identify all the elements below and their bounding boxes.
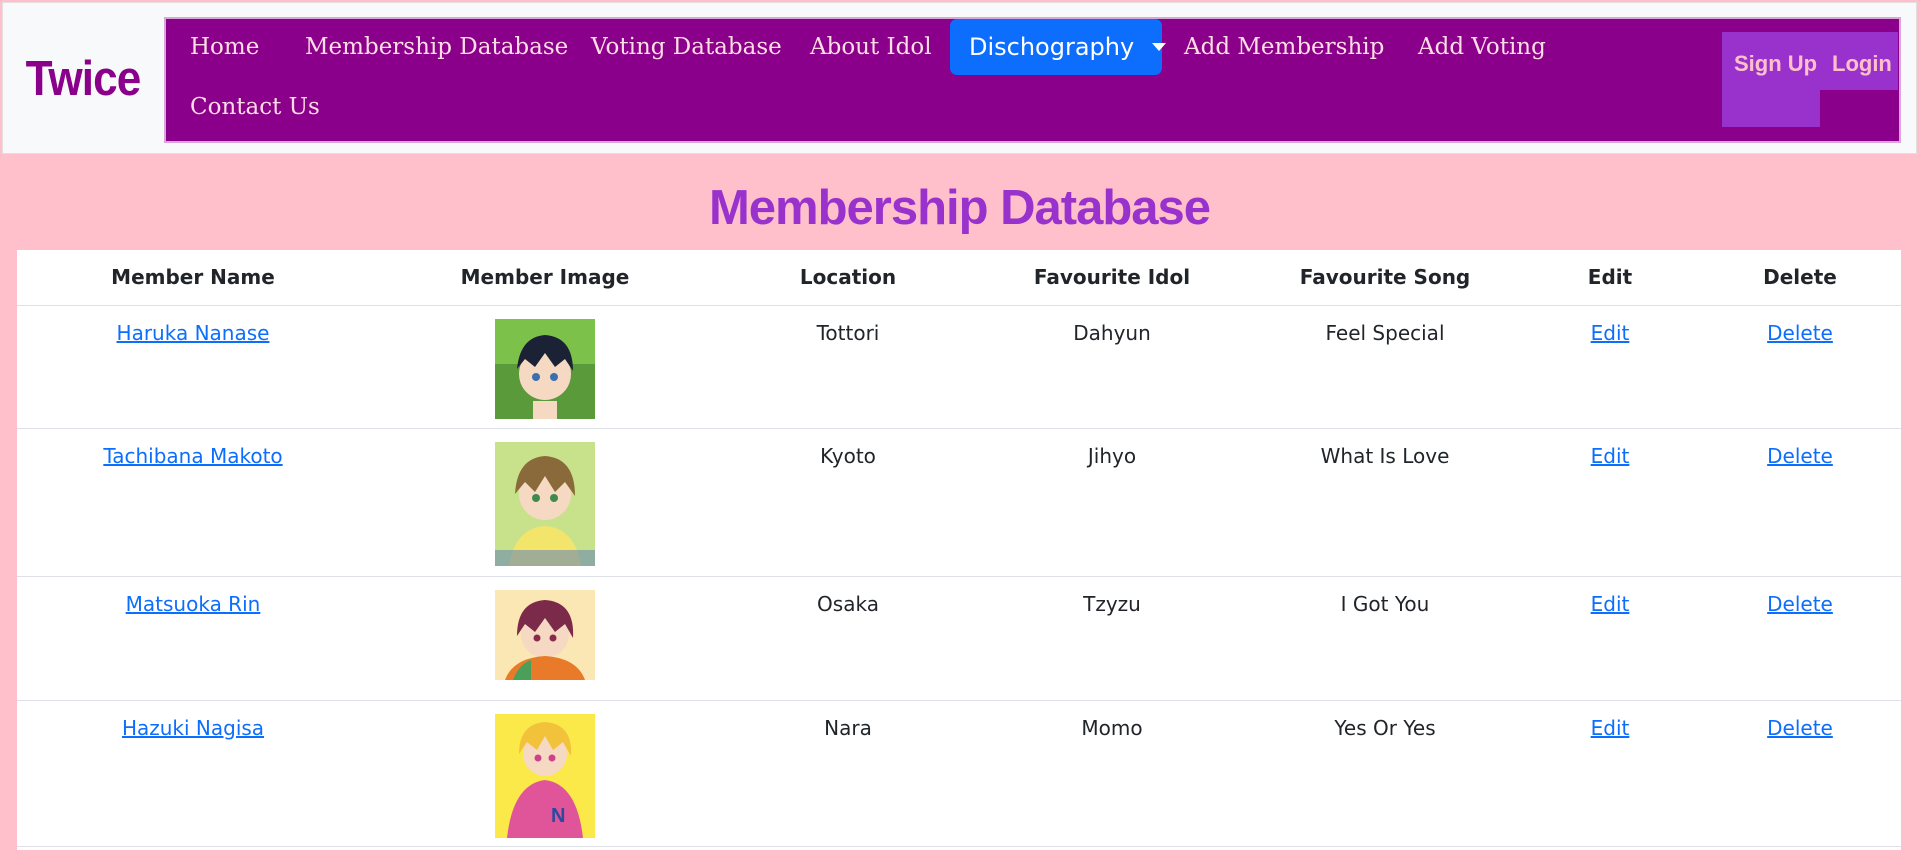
brand-logo[interactable]: Twice [11, 3, 155, 155]
signup-button[interactable]: Sign Up [1722, 32, 1820, 127]
member-favourite-song: Feel Special [1249, 305, 1521, 429]
member-location: Kyoto [721, 428, 975, 577]
member-location: Osaka [721, 576, 975, 701]
nav-add-membership[interactable]: Add Membership [1184, 32, 1384, 62]
table-row: Matsuoka Rin Osaka Tzyzu I Got You Edit … [17, 576, 1901, 701]
member-avatar [495, 318, 595, 419]
nav-contact-us[interactable]: Contact Us [190, 92, 320, 122]
membership-table: Member Name Member Image Location Favour… [17, 250, 1901, 847]
member-name-link[interactable]: Haruka Nanase [117, 321, 270, 345]
member-favourite-idol: Tzyzu [975, 576, 1249, 701]
member-name-link[interactable]: Tachibana Makoto [103, 444, 282, 468]
table-row: Hazuki Nagisa N Nara Momo Yes Or Yes Edi… [17, 700, 1901, 847]
table-row: Haruka Nanase Tottori Dahyun Feel Specia… [17, 305, 1901, 429]
table-header-row: Member Name Member Image Location Favour… [17, 250, 1901, 306]
member-favourite-song: Yes Or Yes [1249, 700, 1521, 847]
member-name-link[interactable]: Hazuki Nagisa [122, 716, 264, 740]
delete-link[interactable]: Delete [1767, 321, 1833, 345]
member-favourite-idol: Jihyo [975, 428, 1249, 577]
membership-table-container: Member Name Member Image Location Favour… [17, 250, 1901, 850]
delete-link[interactable]: Delete [1767, 716, 1833, 740]
member-favourite-idol: Dahyun [975, 305, 1249, 429]
nav-home[interactable]: Home [190, 32, 259, 62]
delete-link[interactable]: Delete [1767, 444, 1833, 468]
nav-voting-database[interactable]: Voting Database [591, 32, 782, 62]
header-edit: Edit [1521, 250, 1699, 306]
nav-dischography-label: Dischography [969, 33, 1135, 61]
edit-link[interactable]: Edit [1591, 592, 1630, 616]
main-nav: Home Membership Database Voting Database… [164, 17, 1901, 143]
member-favourite-idol: Momo [975, 700, 1249, 847]
member-avatar [495, 441, 595, 566]
header-member-name: Member Name [17, 250, 369, 306]
page-title: Membership Database [708, 181, 1211, 235]
login-button[interactable]: Login [1820, 32, 1898, 90]
nav-add-voting[interactable]: Add Voting [1418, 32, 1546, 62]
member-avatar [495, 589, 595, 680]
header-delete: Delete [1699, 250, 1901, 306]
header-favourite-idol: Favourite Idol [975, 250, 1249, 306]
member-location: Nara [721, 700, 975, 847]
member-name-link[interactable]: Matsuoka Rin [126, 592, 261, 616]
nav-membership-database[interactable]: Membership Database [305, 32, 568, 62]
delete-link[interactable]: Delete [1767, 592, 1833, 616]
member-favourite-song: I Got You [1249, 576, 1521, 701]
edit-link[interactable]: Edit [1591, 444, 1630, 468]
member-favourite-song: What Is Love [1249, 428, 1521, 577]
chevron-down-icon [1152, 43, 1167, 51]
svg-text:N: N [551, 805, 565, 827]
nav-dischography-dropdown[interactable]: Dischography [950, 19, 1167, 75]
header: Twice Home Membership Database Voting Da… [2, 2, 1917, 154]
header-location: Location [721, 250, 975, 306]
header-favourite-song: Favourite Song [1249, 250, 1521, 306]
member-location: Tottori [721, 305, 975, 429]
member-avatar: N [495, 713, 595, 838]
table-row: Tachibana Makoto Kyoto Jihyo What Is Lov… [17, 428, 1901, 577]
edit-link[interactable]: Edit [1591, 321, 1630, 345]
header-member-image: Member Image [369, 250, 721, 306]
edit-link[interactable]: Edit [1591, 716, 1630, 740]
nav-about-idol[interactable]: About Idol [810, 32, 932, 62]
